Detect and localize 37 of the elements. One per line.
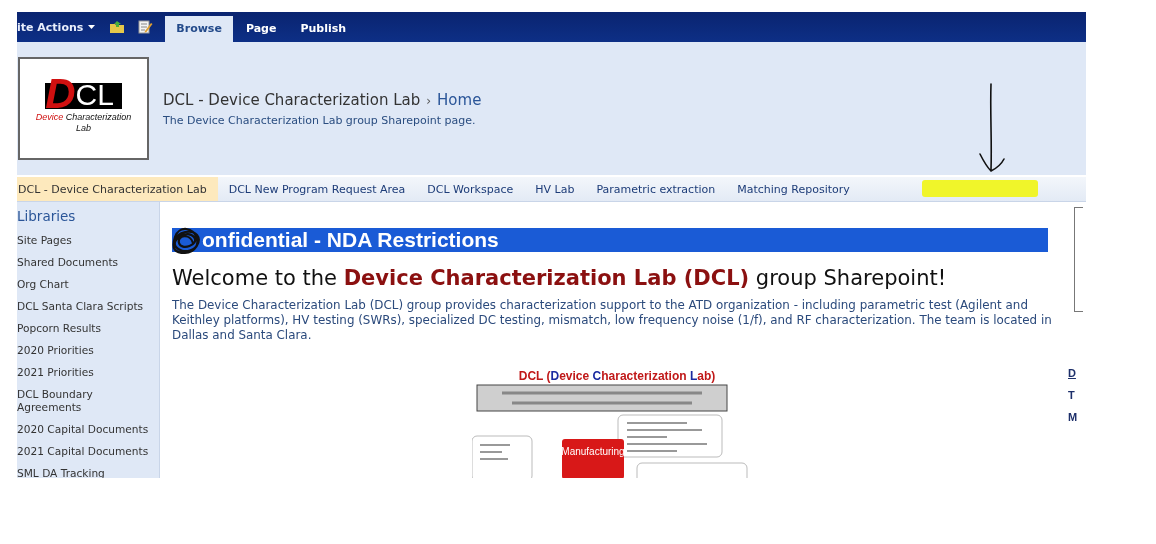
sidebar-link[interactable]: 2021 Priorities: [17, 362, 159, 384]
sidebar-link[interactable]: Popcorn Results: [17, 318, 159, 340]
sidebar-link[interactable]: Shared Documents: [17, 252, 159, 274]
diagram-title: DCL (Device Characterization Lab): [518, 369, 716, 383]
nav-link[interactable]: DCL - Device Characterization Lab: [17, 177, 218, 201]
site-title: DCL - Device Characterization Lab: [163, 90, 421, 109]
sidebar-link[interactable]: Site Pages: [17, 230, 159, 252]
nav-link[interactable]: DCL Workspace: [416, 177, 525, 201]
list-text: M: [1068, 411, 1079, 423]
ribbon-tab[interactable]: Publish: [289, 16, 358, 42]
breadcrumb-link[interactable]: Home: [437, 90, 482, 109]
sidebar-link[interactable]: 2021 Capital Documents: [17, 441, 159, 463]
banner-heading: onfidential - NDA Restrictions: [172, 228, 1048, 252]
edit-page-icon[interactable]: [137, 19, 154, 35]
ribbon-tab[interactable]: Page: [234, 16, 288, 42]
diagram-label: Manufacturing: [561, 446, 625, 457]
sidebar-link[interactable]: 2020 Capital Documents: [17, 419, 159, 441]
sidebar-link[interactable]: 2020 Priorities: [17, 340, 159, 362]
nav-link[interactable]: Parametric extraction: [585, 177, 727, 201]
nav-link[interactable]: DCL New Program Request Area: [217, 177, 417, 201]
ribbon-tab[interactable]: Browse: [165, 16, 233, 42]
breadcrumb-separator: ›: [426, 93, 432, 108]
nav-link[interactable]: Matching Repository: [726, 177, 861, 201]
logo: DCL Device Characterization Lab: [18, 57, 149, 160]
sidebar-heading[interactable]: Libraries: [17, 208, 159, 224]
list-text: T: [1068, 389, 1076, 401]
nav-link[interactable]: HV Lab: [524, 177, 586, 201]
site-description: The Device Characterization Lab group Sharepoint page.: [163, 113, 477, 127]
caret-icon: [88, 25, 96, 29]
intro-paragraph: The Device Characterization Lab (DCL) group provides characterization support to the ATD organization - including parametric test (Agilent and Keithley platforms), HV testing (SWRs), specialized DC testing, mismatch, low frequency noise (1/f), and RF characterization. The team is located in Dallas and Santa Clara.: [172, 298, 1052, 343]
folder-icon[interactable]: [109, 19, 126, 35]
sidebar-link[interactable]: DCL Santa Clara Scripts: [17, 296, 159, 318]
site-actions-menu[interactable]: ite Actions: [17, 20, 96, 34]
sidebar-link[interactable]: Org Chart: [17, 274, 159, 296]
welcome-heading: Welcome to the Device Characterization Lab (DCL) group Sharepoint!: [172, 266, 948, 290]
sidebar-link[interactable]: DCL Boundary Agreements: [17, 384, 159, 419]
link-text[interactable]: D: [1068, 367, 1086, 379]
